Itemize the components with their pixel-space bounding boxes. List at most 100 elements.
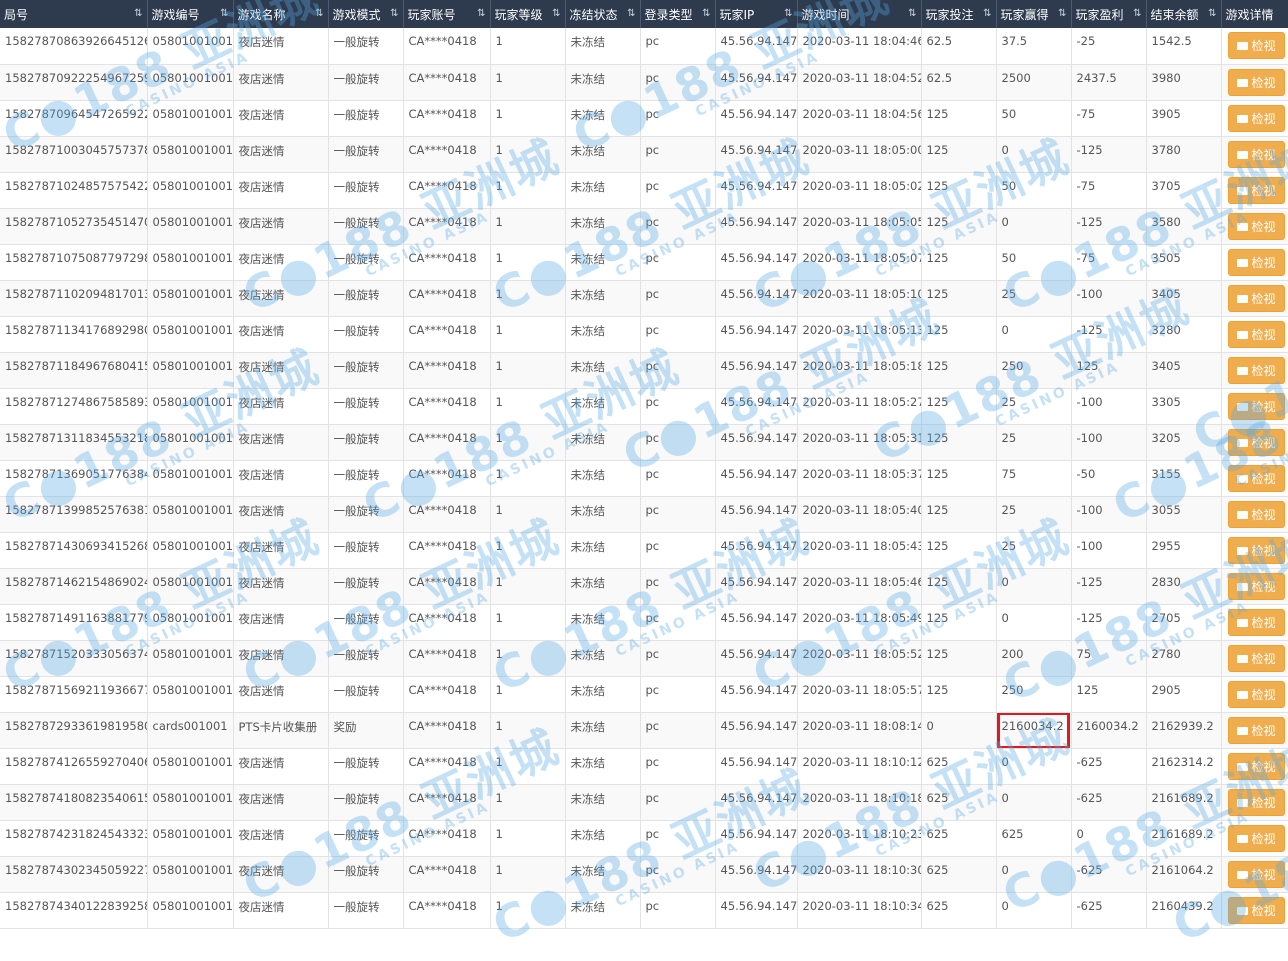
sort-icon[interactable]: ⇅ <box>315 8 323 19</box>
view-detail-button[interactable]: 检视 <box>1227 788 1285 816</box>
cell-game-detail: 检视 <box>1221 604 1288 641</box>
view-detail-button[interactable]: 检视 <box>1227 716 1285 744</box>
col-header-freeze-status[interactable]: 冻结状态 ⇅ <box>565 0 641 28</box>
view-detail-button[interactable]: 检视 <box>1227 284 1285 312</box>
view-detail-button[interactable]: 检视 <box>1227 500 1285 528</box>
view-detail-button[interactable]: 检视 <box>1227 68 1285 96</box>
view-detail-button[interactable]: 检视 <box>1227 140 1285 168</box>
cell-value: 45.56.94.147 <box>720 646 797 661</box>
col-header-game-detail[interactable]: 游戏详情 <box>1221 0 1288 28</box>
folder-icon <box>1236 78 1248 87</box>
cell-game-detail: 检视 <box>1221 64 1288 101</box>
col-header-round-id[interactable]: 局号 ⇅ <box>0 0 148 28</box>
cell-value: pc <box>645 682 660 697</box>
view-detail-button[interactable]: 检视 <box>1227 644 1285 672</box>
cell-value: 1542.5 <box>1151 34 1192 48</box>
cell-value: cards001001 <box>152 718 228 733</box>
cell-value: 125 <box>926 466 949 481</box>
col-header-label: 游戏模式 <box>332 7 381 22</box>
cell-login-type: pc <box>640 244 716 281</box>
cell-value: 15827871569211936677 <box>5 682 147 697</box>
view-detail-button[interactable]: 检视 <box>1227 104 1285 132</box>
col-header-player-profit[interactable]: 玩家盈利 ⇅ <box>1071 0 1147 28</box>
view-detail-button[interactable]: 检视 <box>1227 356 1285 384</box>
view-detail-button[interactable]: 检视 <box>1227 572 1285 600</box>
sort-icon[interactable]: ⇅ <box>134 8 142 19</box>
sort-icon[interactable]: ⇅ <box>702 8 710 19</box>
cell-game-mode: 一般旋转 <box>328 784 404 821</box>
cell-value: 1 <box>495 862 503 877</box>
cell-value: CA****0418 <box>408 718 477 733</box>
sort-icon[interactable]: ⇅ <box>1133 8 1141 19</box>
cell-round-id: 15827870922254967259 <box>0 64 148 101</box>
cell-game-time: 2020-03-11 18:05:02 <box>797 172 922 209</box>
view-detail-button[interactable]: 检视 <box>1227 428 1285 456</box>
view-detail-button[interactable]: 检视 <box>1227 176 1285 204</box>
cell-value: 3780 <box>1151 142 1181 157</box>
sort-icon[interactable]: ⇅ <box>220 8 228 19</box>
col-header-game-code[interactable]: 游戏编号 ⇅ <box>147 0 234 28</box>
view-detail-button[interactable]: 检视 <box>1227 860 1285 888</box>
cell-player-bet: 125 <box>921 208 997 245</box>
cell-value: 2160034.2 <box>1076 718 1139 733</box>
cell-player-level: 1 <box>490 424 566 461</box>
cell-game-time: 2020-03-11 18:05:31 <box>797 424 922 461</box>
view-detail-button[interactable]: 检视 <box>1227 212 1285 240</box>
table-row: 15827871369051776384 05801001001 夜店迷情 一般旋转 C… <box>0 460 1288 497</box>
cell-value: 一般旋转 <box>333 107 380 122</box>
sort-icon[interactable]: ⇅ <box>983 8 991 19</box>
cell-value: 未冻结 <box>570 863 606 878</box>
cell-game-detail: 检视 <box>1221 388 1288 425</box>
cell-player-win: 200 <box>996 640 1072 677</box>
cell-round-id: 15827871462154869024 <box>0 568 148 605</box>
view-detail-button[interactable]: 检视 <box>1227 392 1285 420</box>
view-detail-button[interactable]: 检视 <box>1227 32 1285 59</box>
col-header-label: 游戏名称 <box>237 7 286 22</box>
view-detail-button[interactable]: 检视 <box>1227 464 1285 492</box>
cell-player-level: 1 <box>490 316 566 353</box>
col-header-player-account[interactable]: 玩家账号 ⇅ <box>403 0 491 28</box>
cell-value: 夜店迷情 <box>238 107 285 122</box>
view-detail-button[interactable]: 检视 <box>1227 824 1285 852</box>
sort-icon[interactable]: ⇅ <box>477 8 485 19</box>
cell-player-profit: -125 <box>1071 316 1147 353</box>
col-header-game-time[interactable]: 游戏时间 ⇅ <box>797 0 922 28</box>
cell-value: 125 <box>926 322 949 337</box>
view-detail-button[interactable]: 检视 <box>1227 608 1285 636</box>
col-header-player-level[interactable]: 玩家等级 ⇅ <box>490 0 566 28</box>
view-detail-button[interactable]: 检视 <box>1227 752 1285 780</box>
cell-game-name: 夜店迷情 <box>233 640 329 677</box>
cell-value: 未冻结 <box>570 71 606 86</box>
cell-value: CA****0418 <box>408 646 477 661</box>
cell-end-balance: 3280 <box>1146 316 1222 353</box>
sort-icon[interactable]: ⇅ <box>1208 8 1216 19</box>
view-detail-button[interactable]: 检视 <box>1227 896 1285 924</box>
col-header-player-ip[interactable]: 玩家IP ⇅ <box>715 0 798 28</box>
cell-player-ip: 45.56.94.147 <box>715 532 798 569</box>
col-header-player-win[interactable]: 玩家赢得 ⇅ <box>996 0 1072 28</box>
sort-icon[interactable]: ⇅ <box>908 8 916 19</box>
view-detail-button[interactable]: 检视 <box>1227 680 1285 708</box>
col-header-player-bet[interactable]: 玩家投注 ⇅ <box>921 0 997 28</box>
cell-value: pc <box>645 286 660 301</box>
view-detail-button[interactable]: 检视 <box>1227 320 1285 348</box>
col-header-game-name[interactable]: 游戏名称 ⇅ <box>233 0 329 28</box>
cell-value: 45.56.94.147 <box>720 466 797 481</box>
sort-icon[interactable]: ⇅ <box>784 8 792 19</box>
cell-player-ip: 45.56.94.147 <box>715 316 798 353</box>
view-detail-button[interactable]: 检视 <box>1227 536 1285 564</box>
sort-icon[interactable]: ⇅ <box>627 8 635 19</box>
col-header-game-mode[interactable]: 游戏模式 ⇅ <box>328 0 404 28</box>
cell-value: 15827874180823540615 <box>5 790 147 805</box>
col-header-end-balance[interactable]: 结束余额 ⇅ <box>1146 0 1222 28</box>
cell-value: 05801001001 <box>152 574 233 589</box>
sort-icon[interactable]: ⇅ <box>1058 8 1066 19</box>
cell-value: 05801001001 <box>152 754 233 769</box>
cell-value: 05801001001 <box>152 898 233 913</box>
sort-icon[interactable]: ⇅ <box>552 8 560 19</box>
cell-value: 2020-03-11 18:10:12 <box>802 754 921 769</box>
cell-value: 50 <box>1001 250 1017 265</box>
view-detail-button[interactable]: 检视 <box>1227 248 1285 276</box>
sort-icon[interactable]: ⇅ <box>390 8 398 19</box>
col-header-login-type[interactable]: 登录类型 ⇅ <box>640 0 716 28</box>
